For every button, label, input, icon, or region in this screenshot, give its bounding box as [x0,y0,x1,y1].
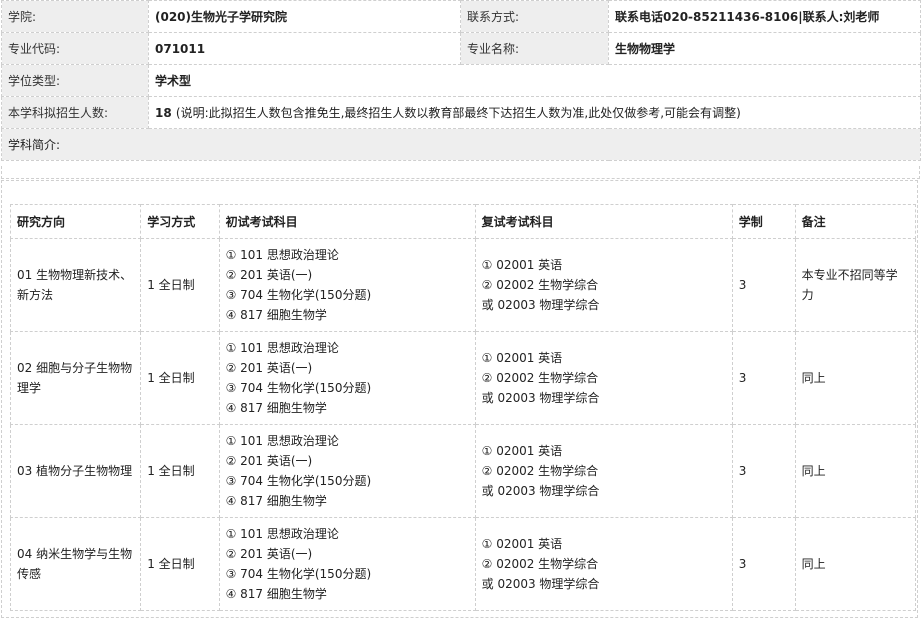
contact-value: 联系电话020-85211436-8106|联系人:刘老师 [608,0,921,33]
header-second-exam: 复试考试科目 [474,204,733,239]
cell-line: 或 02003 物理学综合 [481,484,600,498]
degree-type-label: 学位类型: [1,64,149,97]
cell-line: ① 02001 英语 [481,537,563,551]
major-code-value: 071011 [148,32,461,65]
info-row-major: 专业代码: 071011 专业名称: 生物物理学 [1,32,921,65]
cell-line: ① 101 思想政治理论 [225,248,339,262]
header-study-mode: 学习方式 [140,204,220,239]
info-row-degree: 学位类型: 学术型 [1,64,921,97]
table-row: 01 生物物理新技术、 新方法 1 全日制 ① 101 思想政治理论 ② 201 英语(… [9,238,917,332]
cell-line: ② 02002 生物学综合 [481,371,599,385]
college-value: (020)生物光子学研究院 [148,0,461,33]
cell-line: ③ 704 生物化学(150分题) [225,288,372,302]
cell-line: ④ 817 细胞生物学 [225,401,327,415]
header-first-exam: 初试考试科目 [218,204,476,239]
study-mode-cell: 1 全日制 [140,517,220,611]
college-label: 学院: [1,0,149,33]
cell-line: ② 02002 生物学综合 [481,557,599,571]
direction-cell: 01 生物物理新技术、 新方法 [9,238,142,332]
first-exam-cell: ① 101 思想政治理论 ② 201 英语(一) ③ 704 生物化学(150分题)… [218,238,476,332]
table-row: 04 纳米生物学与生物 传感 1 全日制 ① 101 思想政治理论 ② 201 英语(一… [9,517,917,611]
second-exam-cell: ① 02001 英语 ② 02002 生物学综合或 02003 物理学综合 [474,331,733,425]
duration-cell: 3 [731,238,796,332]
notes-cell: 同上 [794,517,917,611]
cell-line: ④ 817 细胞生物学 [225,587,327,601]
cell-line: ② 201 英语(一) [225,268,313,282]
first-exam-cell: ① 101 思想政治理论 ② 201 英语(一) ③ 704 生物化学(150分题)… [218,424,476,518]
cell-line: 01 生物物理新技术、 [17,268,133,282]
cell-line: ① 02001 英语 [481,351,563,365]
notes-cell: 本专业不招同等学力 [794,238,917,332]
duration-cell: 3 [731,517,796,611]
header-direction: 研究方向 [9,204,142,239]
cell-line: ① 02001 英语 [481,444,563,458]
major-code-label: 专业代码: [1,32,149,65]
second-exam-cell: ① 02001 英语 ② 02002 生物学综合或 02003 物理学综合 [474,238,733,332]
cell-line: ② 02002 生物学综合 [481,464,599,478]
table-row: 02 细胞与分子生物物 理学 1 全日制 ① 101 思想政治理论 ② 201 英语(一… [9,331,917,425]
cell-line: ② 201 英语(一) [225,361,313,375]
cell-line: 理学 [17,381,42,395]
section-spacer [1,166,920,179]
study-mode-cell: 1 全日制 [140,238,220,332]
program-detail-section: 研究方向 学习方式 初试考试科目 复试考试科目 学制 备注 01 生物物理新技术、 新方法 1… [1,180,918,618]
cell-line: ① 101 思想政治理论 [225,434,339,448]
cell-line: ① 101 思想政治理论 [225,341,339,355]
contact-label: 联系方式: [460,0,609,33]
major-name-value: 生物物理学 [608,32,921,65]
cell-line: ② 02002 生物学综合 [481,278,599,292]
cell-line: 04 纳米生物学与生物 [17,547,133,561]
study-mode-cell: 1 全日制 [140,424,220,518]
enrollment-label: 本学科拟招生人数: [1,96,149,129]
cell-line: ③ 704 生物化学(150分题) [225,567,372,581]
notes-cell: 同上 [794,424,917,518]
cell-line: 或 02003 物理学综合 [481,298,600,312]
cell-line: ② 201 英语(一) [225,454,313,468]
intro-label: 学科简介: [1,128,921,161]
cell-line: 03 植物分子生物物理 [17,464,133,478]
duration-cell: 3 [731,331,796,425]
table-header-row: 研究方向 学习方式 初试考试科目 复试考试科目 学制 备注 [9,204,917,239]
info-row-intro: 学科简介: [1,128,921,161]
cell-line: 或 02003 物理学综合 [481,391,600,405]
cell-line: ③ 704 生物化学(150分题) [225,381,372,395]
direction-cell: 02 细胞与分子生物物 理学 [9,331,142,425]
header-notes: 备注 [794,204,917,239]
direction-cell: 03 植物分子生物物理 [9,424,142,518]
cell-line: 02 细胞与分子生物物 [17,361,133,375]
cell-line: ④ 817 细胞生物学 [225,494,327,508]
cell-line: ③ 704 生物化学(150分题) [225,474,372,488]
cell-line: ④ 817 细胞生物学 [225,308,327,322]
cell-line: 传感 [17,567,42,581]
enrollment-value: 18 [155,106,172,120]
table-row: 03 植物分子生物物理 1 全日制 ① 101 思想政治理论 ② 201 英语(一) ③… [9,424,917,518]
research-directions-table: 研究方向 学习方式 初试考试科目 复试考试科目 学制 备注 01 生物物理新技术、 新方法 1… [9,204,917,611]
notes-cell: 同上 [794,331,917,425]
cell-line: 新方法 [17,288,54,302]
program-info-table: 学院: (020)生物光子学研究院 联系方式: 联系电话020-85211436… [1,0,921,161]
degree-type-value: 学术型 [148,64,921,97]
header-duration: 学制 [731,204,796,239]
study-mode-cell: 1 全日制 [140,331,220,425]
second-exam-cell: ① 02001 英语 ② 02002 生物学综合或 02003 物理学综合 [474,517,733,611]
duration-cell: 3 [731,424,796,518]
enrollment-cell: 18 (说明:此拟招生人数包含推免生,最终招生人数以教育部最终下达招生人数为准,… [148,96,921,129]
cell-line: ① 101 思想政治理论 [225,527,339,541]
major-name-label: 专业名称: [460,32,609,65]
first-exam-cell: ① 101 思想政治理论 ② 201 英语(一) ③ 704 生物化学(150分题)… [218,517,476,611]
cell-line: 或 02003 物理学综合 [481,577,600,591]
first-exam-cell: ① 101 思想政治理论 ② 201 英语(一) ③ 704 生物化学(150分题)… [218,331,476,425]
enrollment-note: (说明:此拟招生人数包含推免生,最终招生人数以教育部最终下达招生人数为准,此处仅… [175,106,741,120]
cell-line: ① 02001 英语 [481,258,563,272]
direction-cell: 04 纳米生物学与生物 传感 [9,517,142,611]
second-exam-cell: ① 02001 英语 ② 02002 生物学综合或 02003 物理学综合 [474,424,733,518]
info-row-enrollment: 本学科拟招生人数: 18 (说明:此拟招生人数包含推免生,最终招生人数以教育部最… [1,96,921,129]
info-row-college: 学院: (020)生物光子学研究院 联系方式: 联系电话020-85211436… [1,0,921,33]
cell-line: ② 201 英语(一) [225,547,313,561]
